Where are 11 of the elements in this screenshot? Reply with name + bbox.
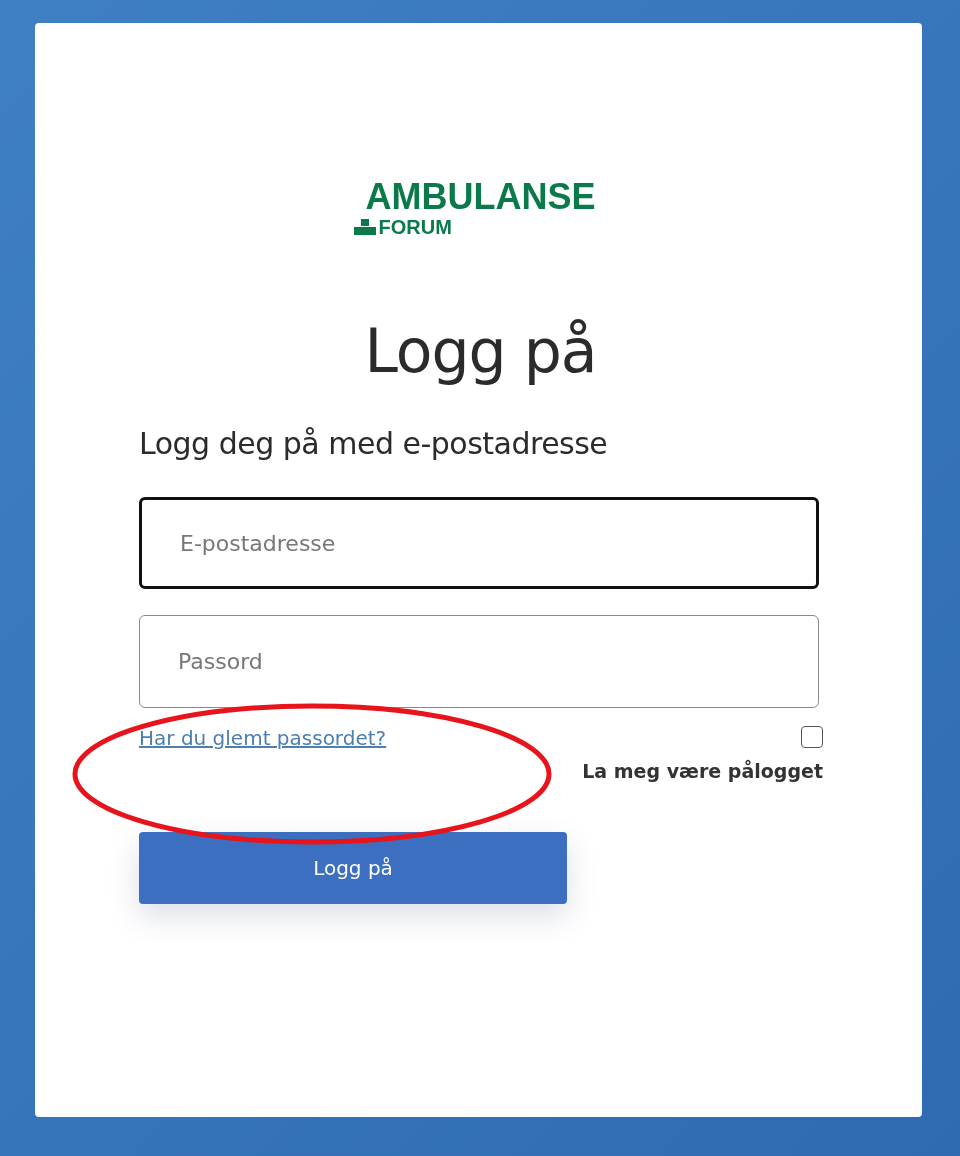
page-title: Logg på: [363, 316, 598, 386]
remember-label: La meg være pålogget: [582, 760, 823, 782]
password-field[interactable]: Passord: [139, 615, 819, 708]
logo-title: AMBULANSE: [365, 178, 596, 216]
login-button[interactable]: Logg på: [139, 832, 567, 904]
remember-checkbox[interactable]: [801, 726, 823, 748]
email-field[interactable]: E-postadresse: [139, 497, 819, 589]
forgot-password-link[interactable]: Har du glemt passordet?: [139, 726, 387, 750]
cross-icon: [353, 219, 376, 235]
logo-subtitle: FORUM: [378, 216, 452, 238]
subtitle: Logg deg på med e-postadresse: [139, 426, 609, 461]
